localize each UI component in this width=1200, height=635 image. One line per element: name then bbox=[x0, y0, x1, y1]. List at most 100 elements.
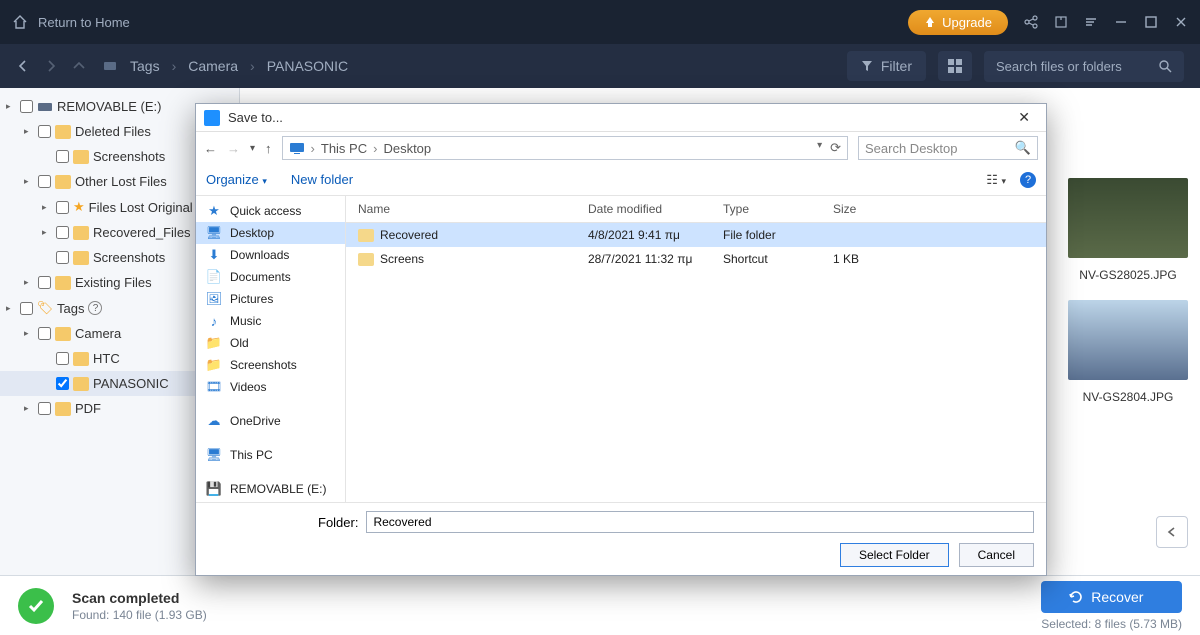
upgrade-button[interactable]: Upgrade bbox=[908, 10, 1008, 35]
minimize-icon[interactable] bbox=[1114, 15, 1128, 29]
dialog-titlebar: Save to... ✕ bbox=[196, 104, 1046, 132]
tree-checkbox[interactable] bbox=[56, 377, 69, 390]
tree-checkbox[interactable] bbox=[20, 302, 33, 315]
nav-up-icon[interactable] bbox=[72, 59, 86, 73]
file-row[interactable]: Screens28/7/2021 11:32 πμShortcut1 KB bbox=[346, 247, 1046, 271]
home-icon[interactable] bbox=[12, 14, 28, 30]
dialog-side-downloads[interactable]: ⬇Downloads bbox=[196, 244, 345, 266]
dialog-side-this-pc[interactable]: 🖥 This PC bbox=[196, 444, 345, 466]
sidebar-item-label: Camera bbox=[75, 326, 121, 341]
tree-checkbox[interactable] bbox=[38, 175, 51, 188]
side-icon: ☁ bbox=[206, 414, 222, 428]
breadcrumb: Tags › Camera › PANASONIC bbox=[102, 58, 348, 74]
side-icon: 📄 bbox=[206, 270, 222, 284]
thumbnail-label: NV-GS2804.JPG bbox=[1068, 390, 1188, 404]
dialog-side-screenshots[interactable]: 📁Screenshots bbox=[196, 354, 345, 376]
chevron-down-icon[interactable]: ▾ bbox=[250, 143, 255, 154]
app-titlebar: Return to Home Upgrade bbox=[0, 0, 1200, 44]
side-icon: ★ bbox=[206, 204, 222, 218]
dialog-side-desktop[interactable]: 🖥Desktop bbox=[196, 222, 345, 244]
file-row[interactable]: Recovered4/8/2021 9:41 πμFile folder bbox=[346, 223, 1046, 247]
sidebar-item-label: Deleted Files bbox=[75, 124, 151, 139]
nav-forward-icon[interactable] bbox=[44, 59, 58, 73]
path-dropdown-icon[interactable]: ▾ bbox=[817, 140, 822, 156]
dialog-sidebar: ★Quick access🖥Desktop⬇Downloads 📄 Document… bbox=[196, 196, 346, 502]
dialog-side-pictures[interactable]: 🖼 Pictures bbox=[196, 288, 345, 310]
dialog-side-documents[interactable]: 📄 Documents bbox=[196, 266, 345, 288]
tree-checkbox[interactable] bbox=[56, 251, 69, 264]
tree-checkbox[interactable] bbox=[56, 226, 69, 239]
tree-checkbox[interactable] bbox=[38, 125, 51, 138]
side-icon: 🖥 bbox=[206, 448, 222, 462]
thumbnail[interactable] bbox=[1068, 178, 1188, 258]
view-grid-button[interactable] bbox=[938, 51, 972, 81]
nav-back-icon[interactable] bbox=[16, 59, 30, 73]
sidebar-item-label: Tags bbox=[57, 301, 84, 316]
scan-status-sub: Found: 140 file (1.93 GB) bbox=[72, 608, 207, 622]
tree-checkbox[interactable] bbox=[38, 402, 51, 415]
sidebar-item-label: REMOVABLE (E:) bbox=[57, 99, 162, 114]
search-input[interactable]: Search files or folders bbox=[984, 51, 1184, 82]
side-icon: ♪ bbox=[206, 314, 222, 328]
return-home-link[interactable]: Return to Home bbox=[38, 15, 130, 30]
filter-button[interactable]: Filter bbox=[847, 51, 926, 81]
refresh-icon[interactable]: ⟳ bbox=[830, 140, 841, 156]
ui-icon[interactable] bbox=[1054, 15, 1068, 29]
close-icon[interactable] bbox=[1174, 15, 1188, 29]
folder-name-input[interactable] bbox=[366, 511, 1034, 533]
dialog-side-quick-access[interactable]: ★Quick access bbox=[196, 200, 345, 222]
maximize-icon[interactable] bbox=[1144, 15, 1158, 29]
path-segment[interactable]: Desktop bbox=[383, 141, 431, 156]
dialog-side-videos[interactable]: 🎞Videos bbox=[196, 376, 345, 398]
dialog-back-icon[interactable]: ← bbox=[204, 141, 217, 156]
select-folder-button[interactable]: Select Folder bbox=[840, 543, 949, 567]
crumb[interactable]: Camera bbox=[188, 58, 238, 74]
side-label: This PC bbox=[230, 448, 273, 462]
dialog-icon bbox=[204, 110, 220, 126]
side-label: Documents bbox=[230, 270, 291, 284]
info-panel-button[interactable] bbox=[1156, 516, 1188, 548]
sidebar-item-label: Screenshots bbox=[93, 149, 165, 164]
save-dialog: Save to... ✕ ← → ▾ ↑ › This PC › Desktop… bbox=[195, 103, 1047, 576]
column-headers[interactable]: Name Date modified Type Size bbox=[346, 196, 1046, 223]
dialog-forward-icon[interactable]: → bbox=[227, 141, 240, 156]
help-icon[interactable]: ? bbox=[1020, 172, 1036, 188]
recover-button[interactable]: Recover bbox=[1041, 581, 1182, 613]
new-folder-button[interactable]: New folder bbox=[291, 172, 353, 187]
side-icon: 🖼 bbox=[206, 292, 222, 306]
side-label: Pictures bbox=[230, 292, 273, 306]
crumb[interactable]: Tags bbox=[130, 58, 160, 74]
dialog-path[interactable]: › This PC › Desktop ▾ ⟳ bbox=[282, 136, 848, 160]
dialog-up-icon[interactable]: ↑ bbox=[265, 141, 272, 156]
folder-icon bbox=[358, 253, 374, 266]
folder-icon bbox=[358, 229, 374, 242]
dialog-search-input[interactable]: Search Desktop 🔍 bbox=[858, 136, 1038, 160]
sidebar-item-label: HTC bbox=[93, 351, 120, 366]
side-label: OneDrive bbox=[230, 414, 281, 428]
tree-checkbox[interactable] bbox=[56, 150, 69, 163]
tree-checkbox[interactable] bbox=[56, 352, 69, 365]
path-segment[interactable]: This PC bbox=[321, 141, 367, 156]
thumbnail[interactable] bbox=[1068, 300, 1188, 380]
side-icon: 🖥 bbox=[206, 226, 222, 240]
menu-icon[interactable] bbox=[1084, 15, 1098, 29]
scan-status-title: Scan completed bbox=[72, 590, 207, 606]
dialog-side-music[interactable]: ♪Music bbox=[196, 310, 345, 332]
sidebar-item-label: PANASONIC bbox=[93, 376, 169, 391]
dialog-side-onedrive[interactable]: ☁ OneDrive bbox=[196, 410, 345, 432]
sidebar-item-label: Recovered_Files bbox=[93, 225, 191, 240]
dialog-side-removable-e-[interactable]: 💾REMOVABLE (E:) bbox=[196, 478, 345, 500]
crumb[interactable]: PANASONIC bbox=[267, 58, 348, 74]
cancel-button[interactable]: Cancel bbox=[959, 543, 1034, 567]
tree-checkbox[interactable] bbox=[38, 327, 51, 340]
tree-checkbox[interactable] bbox=[38, 276, 51, 289]
share-icon[interactable] bbox=[1024, 15, 1038, 29]
side-label: Old bbox=[230, 336, 249, 350]
tree-checkbox[interactable] bbox=[56, 201, 69, 214]
dialog-side-old[interactable]: 📁Old bbox=[196, 332, 345, 354]
view-mode-button[interactable]: ☷ ▾ bbox=[986, 172, 1006, 188]
dialog-close-button[interactable]: ✕ bbox=[1010, 107, 1038, 128]
side-label: Downloads bbox=[230, 248, 289, 262]
tree-checkbox[interactable] bbox=[20, 100, 33, 113]
organize-button[interactable]: Organize ▾ bbox=[206, 172, 267, 187]
